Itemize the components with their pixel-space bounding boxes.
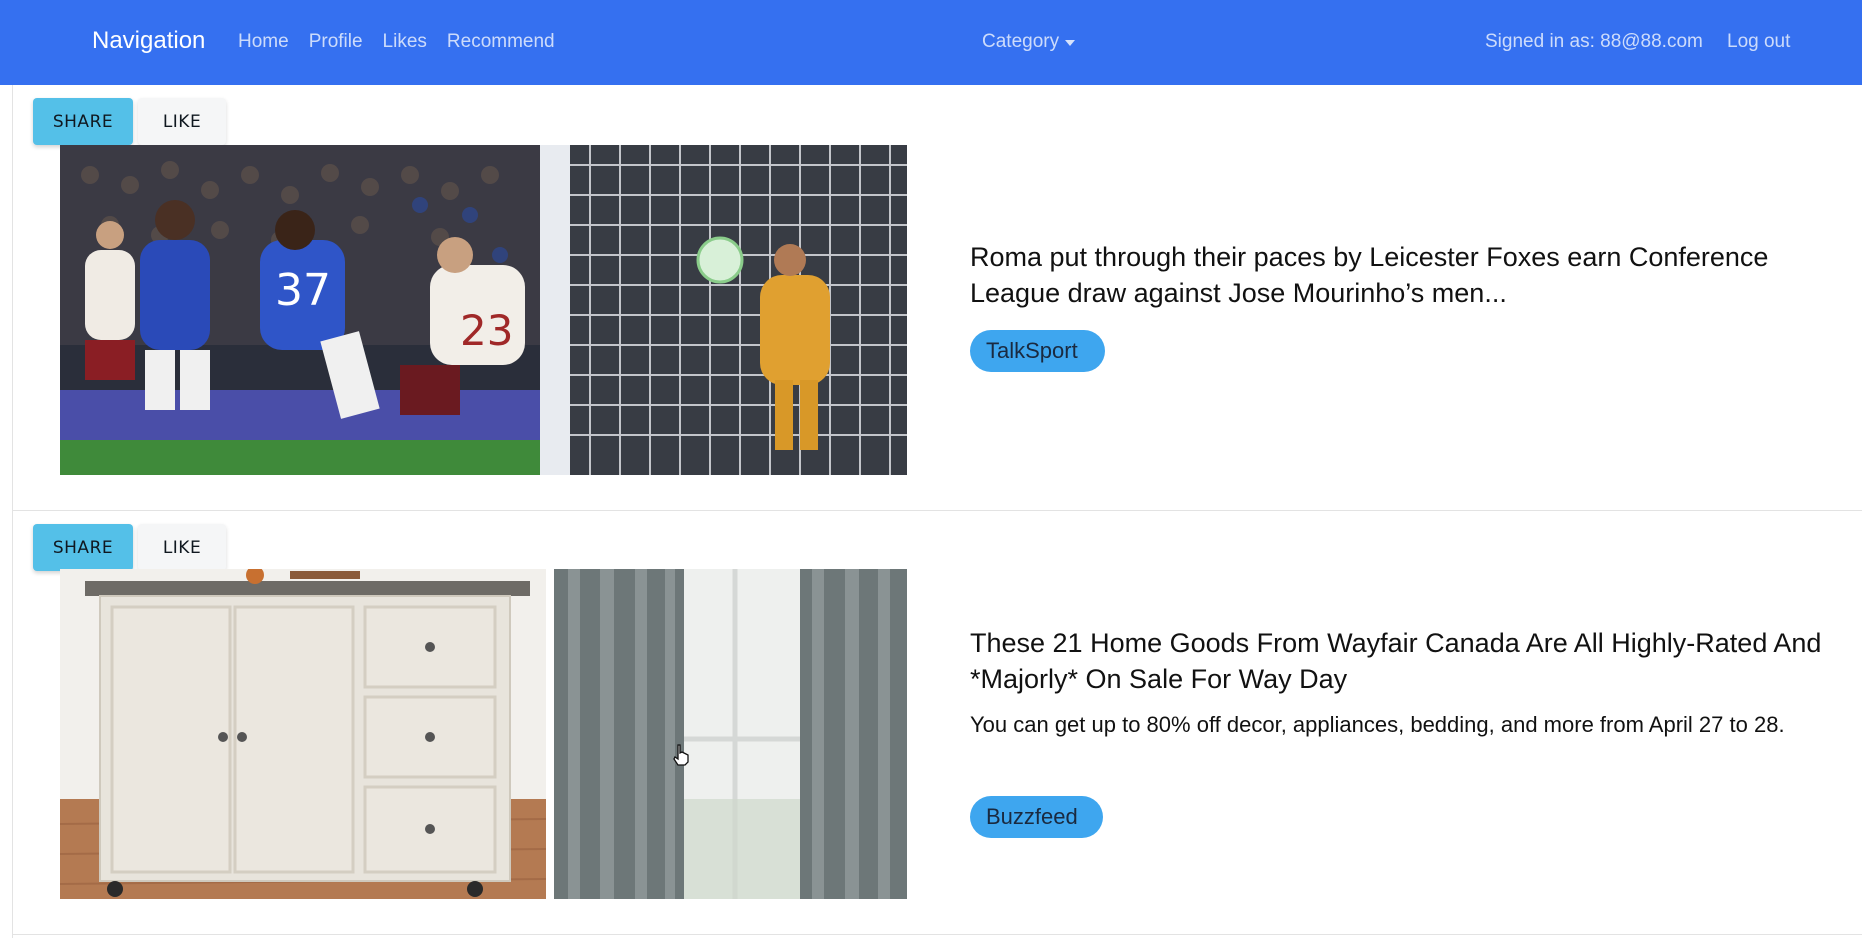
category-label: Category (982, 31, 1060, 52)
logout-link[interactable]: Log out (1727, 31, 1790, 53)
svg-text:23: 23 (460, 306, 513, 355)
nav-link-home[interactable]: Home (238, 31, 289, 53)
hand-cursor-icon (673, 744, 689, 766)
share-button[interactable]: SHARE (33, 98, 133, 145)
football-photo: 37 23 (60, 145, 907, 475)
nav-link-profile[interactable]: Profile (309, 31, 363, 53)
source-badge[interactable]: Buzzfeed (970, 796, 1103, 838)
top-navbar: Navigation Home Profile Likes Recommend … (0, 0, 1862, 85)
nav-link-recommend[interactable]: Recommend (447, 31, 555, 53)
article-image[interactable]: 37 23 (60, 145, 907, 475)
caret-down-icon (1065, 40, 1076, 46)
article-title[interactable]: Roma put through their paces by Leiceste… (970, 239, 1850, 311)
nav-links: Home Profile Likes Recommend (238, 31, 555, 53)
home-goods-photo (60, 569, 907, 899)
share-button[interactable]: SHARE (33, 524, 133, 571)
article-title[interactable]: These 21 Home Goods From Wayfair Canada … (970, 625, 1850, 697)
navbar-brand[interactable]: Navigation (92, 27, 205, 55)
signed-in-text: Signed in as: 88@88.com (1485, 31, 1703, 52)
like-button[interactable]: LIKE (138, 98, 226, 145)
article-card: SHARE LIKE (13, 511, 1862, 935)
source-badge[interactable]: TalkSport (970, 330, 1105, 372)
article-feed: SHARE LIKE 37 23 Roma put through their … (0, 85, 1862, 938)
article-card: SHARE LIKE (13, 85, 1862, 511)
article-description: You can get up to 80% off decor, applian… (970, 712, 1785, 737)
article-image[interactable] (60, 569, 907, 899)
svg-text:37: 37 (275, 265, 331, 316)
nav-link-likes[interactable]: Likes (383, 31, 427, 53)
category-dropdown[interactable]: Category (982, 31, 1076, 53)
like-button[interactable]: LIKE (138, 524, 226, 571)
